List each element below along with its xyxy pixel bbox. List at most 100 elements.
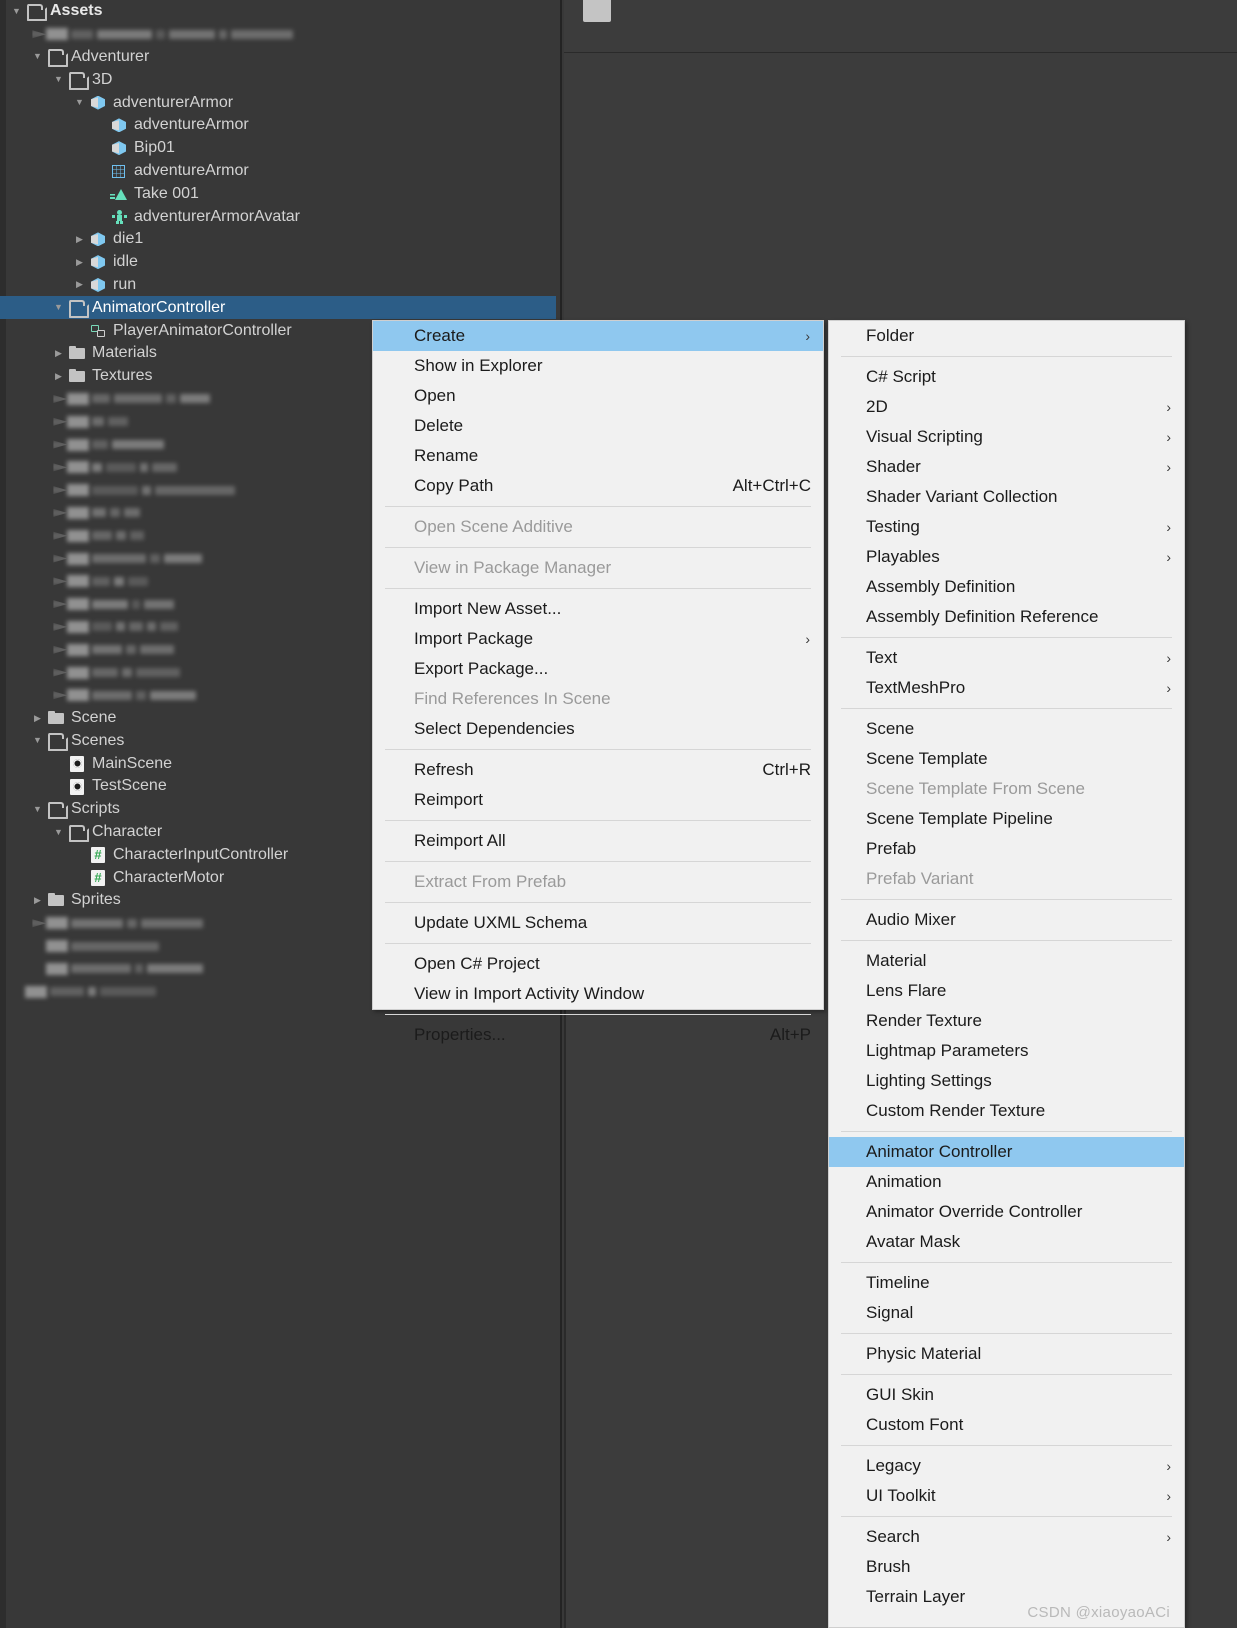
create-submenu-item-brush[interactable]: Brush: [829, 1552, 1184, 1582]
tree-row[interactable]: adventurerArmor: [0, 91, 556, 114]
tree-row-label: Take 001: [134, 184, 199, 202]
create-submenu[interactable]: Folder C# Script 2D › Visual Scripting › Shade…: [828, 320, 1185, 1628]
menu-item-label: TextMeshPro: [866, 678, 966, 697]
chevron-down-icon[interactable]: [50, 75, 67, 84]
menu-item-label: C# Script: [866, 367, 936, 386]
chevron-down-icon[interactable]: [50, 303, 67, 312]
chevron-right-icon: [53, 577, 67, 586]
create-submenu-item-visual-scripting[interactable]: Visual Scripting ›: [829, 422, 1184, 452]
create-submenu-item-shader-variant-collection[interactable]: Shader Variant Collection: [829, 482, 1184, 512]
create-submenu-item-animator-override-controller[interactable]: Animator Override Controller: [829, 1197, 1184, 1227]
context-menu-item-open[interactable]: Open: [373, 381, 823, 411]
create-submenu-item-text[interactable]: Text ›: [829, 643, 1184, 673]
create-submenu-item-animation[interactable]: Animation: [829, 1167, 1184, 1197]
menu-item-label: Copy Path: [414, 476, 494, 495]
create-submenu-item-assembly-definition[interactable]: Assembly Definition: [829, 572, 1184, 602]
chevron-right-icon[interactable]: [50, 349, 67, 358]
create-submenu-item-playables[interactable]: Playables ›: [829, 542, 1184, 572]
chevron-down-icon[interactable]: [29, 52, 46, 61]
create-submenu-item-2d[interactable]: 2D ›: [829, 392, 1184, 422]
tree-row[interactable]: Take 001: [0, 182, 556, 205]
create-submenu-item-scene[interactable]: Scene: [829, 714, 1184, 744]
create-submenu-item-testing[interactable]: Testing ›: [829, 512, 1184, 542]
context-menu-item-export-package[interactable]: Export Package...: [373, 654, 823, 684]
chevron-right-icon[interactable]: [29, 714, 46, 723]
create-submenu-item-render-texture[interactable]: Render Texture: [829, 1006, 1184, 1036]
chevron-down-icon[interactable]: [29, 736, 46, 745]
tree-row[interactable]: adventurerArmorAvatar: [0, 205, 556, 228]
preview-thumbnail[interactable]: [583, 0, 611, 22]
create-submenu-item-textmeshpro[interactable]: TextMeshPro ›: [829, 673, 1184, 703]
create-submenu-item-folder[interactable]: Folder: [829, 321, 1184, 351]
create-submenu-item-shader[interactable]: Shader ›: [829, 452, 1184, 482]
create-submenu-item-audio-mixer[interactable]: Audio Mixer: [829, 905, 1184, 935]
context-menu-item-update-uxml-schema[interactable]: Update UXML Schema: [373, 908, 823, 938]
chevron-down-icon[interactable]: [29, 805, 46, 814]
tree-row[interactable]: Bip01: [0, 137, 556, 160]
create-submenu-item-c-script[interactable]: C# Script: [829, 362, 1184, 392]
context-menu-item-refresh[interactable]: Refresh Ctrl+R: [373, 755, 823, 785]
create-submenu-item-signal[interactable]: Signal: [829, 1298, 1184, 1328]
tree-row[interactable]: die1: [0, 228, 556, 251]
context-menu-item-rename[interactable]: Rename: [373, 441, 823, 471]
chevron-right-icon: [53, 645, 67, 654]
tree-row[interactable]: run: [0, 274, 556, 297]
context-menu-item-show-in-explorer[interactable]: Show in Explorer: [373, 351, 823, 381]
tree-row-label: adventureArmor: [134, 116, 249, 134]
create-submenu-item-gui-skin[interactable]: GUI Skin: [829, 1380, 1184, 1410]
context-menu-item-create[interactable]: Create ›: [373, 321, 823, 351]
context-menu-item-import-new-asset[interactable]: Import New Asset...: [373, 594, 823, 624]
context-menu-item-view-in-import-activity-window[interactable]: View in Import Activity Window: [373, 979, 823, 1009]
tree-row[interactable]: adventureArmor: [0, 114, 556, 137]
tree-row[interactable]: idle: [0, 251, 556, 274]
create-submenu-item-lens-flare[interactable]: Lens Flare: [829, 976, 1184, 1006]
create-submenu-item-physic-material[interactable]: Physic Material: [829, 1339, 1184, 1369]
create-submenu-item-custom-font[interactable]: Custom Font: [829, 1410, 1184, 1440]
create-submenu-item-search[interactable]: Search ›: [829, 1522, 1184, 1552]
create-submenu-item-timeline[interactable]: Timeline: [829, 1268, 1184, 1298]
create-submenu-item-legacy[interactable]: Legacy ›: [829, 1451, 1184, 1481]
context-menu-item-open-c-project[interactable]: Open C# Project: [373, 949, 823, 979]
create-submenu-item-scene-template-pipeline[interactable]: Scene Template Pipeline: [829, 804, 1184, 834]
pane-divider: [564, 1010, 566, 1628]
chevron-right-icon[interactable]: [29, 896, 46, 905]
asset-context-menu[interactable]: Create › Show in Explorer Open Delete Rename C…: [372, 320, 824, 1044]
context-menu-item-delete[interactable]: Delete: [373, 411, 823, 441]
create-submenu-item-prefab[interactable]: Prefab: [829, 834, 1184, 864]
menu-item-label: Export Package...: [414, 659, 549, 678]
tree-row[interactable]: Assets: [0, 0, 556, 23]
create-submenu-item-animator-controller[interactable]: Animator Controller: [829, 1137, 1184, 1167]
context-menu-item-reimport-all[interactable]: Reimport All: [373, 826, 823, 856]
context-menu-item-copy-path[interactable]: Copy Path Alt+Ctrl+C: [373, 471, 823, 501]
tree-row[interactable]: adventureArmor: [0, 160, 556, 183]
tree-row-label: adventurerArmorAvatar: [134, 207, 300, 225]
context-menu-separator: [385, 1014, 811, 1015]
menu-item-shortcut: Alt+P: [769, 1025, 811, 1044]
chevron-right-icon: ›: [1166, 1529, 1171, 1545]
chevron-right-icon[interactable]: [50, 372, 67, 381]
create-submenu-item-avatar-mask[interactable]: Avatar Mask: [829, 1227, 1184, 1257]
create-submenu-item-lightmap-parameters[interactable]: Lightmap Parameters: [829, 1036, 1184, 1066]
create-submenu-item-material[interactable]: Material: [829, 946, 1184, 976]
create-submenu-item-lighting-settings[interactable]: Lighting Settings: [829, 1066, 1184, 1096]
chevron-down-icon[interactable]: [8, 7, 25, 16]
create-submenu-item-custom-render-texture[interactable]: Custom Render Texture: [829, 1096, 1184, 1126]
cube-icon: [88, 276, 110, 294]
chevron-down-icon[interactable]: [50, 828, 67, 837]
context-menu-item-properties[interactable]: Properties... Alt+P: [373, 1020, 823, 1050]
create-submenu-item-ui-toolkit[interactable]: UI Toolkit ›: [829, 1481, 1184, 1511]
context-menu-item-reimport[interactable]: Reimport: [373, 785, 823, 815]
tree-row[interactable]: AnimatorController: [0, 296, 556, 320]
chevron-right-icon[interactable]: [71, 280, 88, 289]
cube-icon: [109, 116, 131, 134]
create-submenu-item-scene-template[interactable]: Scene Template: [829, 744, 1184, 774]
chevron-down-icon[interactable]: [71, 98, 88, 107]
tree-row[interactable]: Adventurer: [0, 46, 556, 69]
tree-row-label: run: [113, 275, 137, 293]
context-menu-item-select-dependencies[interactable]: Select Dependencies: [373, 714, 823, 744]
create-submenu-item-assembly-definition-reference[interactable]: Assembly Definition Reference: [829, 602, 1184, 632]
tree-row[interactable]: 3D: [0, 68, 556, 91]
chevron-right-icon[interactable]: [71, 258, 88, 267]
context-menu-item-import-package[interactable]: Import Package ›: [373, 624, 823, 654]
chevron-right-icon[interactable]: [71, 235, 88, 244]
